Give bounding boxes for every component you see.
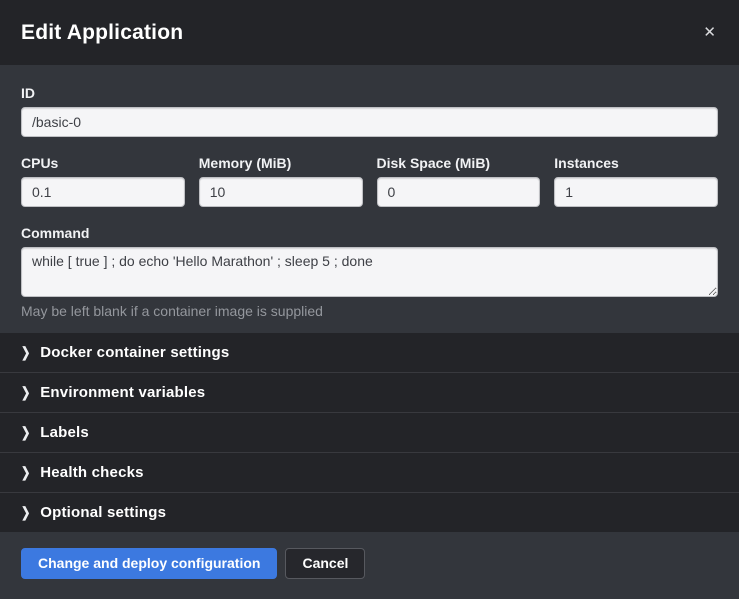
modal-footer: Change and deploy configuration Cancel (0, 532, 739, 599)
edit-application-modal: Edit Application ✕ ID CPUs Memory (MiB) … (0, 0, 739, 599)
cancel-button[interactable]: Cancel (285, 548, 365, 579)
cpus-input[interactable] (21, 177, 185, 207)
chevron-right-icon: ❯ (21, 464, 30, 480)
section-docker-container-settings[interactable]: ❯ Docker container settings (0, 333, 739, 373)
id-field-group: ID (21, 85, 718, 137)
section-title: Optional settings (40, 504, 166, 521)
command-help-text: May be left blank if a container image i… (21, 303, 718, 319)
command-field-group: Command while [ true ] ; do echo 'Hello … (21, 225, 718, 319)
disk-input[interactable] (377, 177, 541, 207)
section-labels[interactable]: ❯ Labels (0, 413, 739, 453)
disk-field-group: Disk Space (MiB) (377, 155, 541, 207)
change-and-deploy-button[interactable]: Change and deploy configuration (21, 548, 277, 579)
disk-label: Disk Space (MiB) (377, 155, 541, 171)
resources-row: CPUs Memory (MiB) Disk Space (MiB) Insta… (21, 155, 718, 207)
modal-header: Edit Application ✕ (0, 0, 739, 65)
section-title: Docker container settings (40, 344, 229, 361)
modal-title: Edit Application (21, 21, 183, 45)
section-optional-settings[interactable]: ❯ Optional settings (0, 493, 739, 532)
chevron-right-icon: ❯ (21, 344, 30, 360)
collapsible-sections: ❯ Docker container settings ❯ Environmen… (0, 333, 739, 532)
memory-label: Memory (MiB) (199, 155, 363, 171)
instances-label: Instances (554, 155, 718, 171)
application-form: ID CPUs Memory (MiB) Disk Space (MiB) In… (0, 65, 739, 333)
memory-field-group: Memory (MiB) (199, 155, 363, 207)
id-label: ID (21, 85, 718, 101)
cpus-field-group: CPUs (21, 155, 185, 207)
command-label: Command (21, 225, 718, 241)
command-textarea[interactable]: while [ true ] ; do echo 'Hello Marathon… (21, 247, 718, 297)
instances-input[interactable] (554, 177, 718, 207)
chevron-right-icon: ❯ (21, 504, 30, 520)
instances-field-group: Instances (554, 155, 718, 207)
chevron-right-icon: ❯ (21, 384, 30, 400)
section-title: Environment variables (40, 384, 205, 401)
close-icon[interactable]: ✕ (701, 21, 718, 44)
section-environment-variables[interactable]: ❯ Environment variables (0, 373, 739, 413)
section-health-checks[interactable]: ❯ Health checks (0, 453, 739, 493)
section-title: Health checks (40, 464, 143, 481)
memory-input[interactable] (199, 177, 363, 207)
id-input[interactable] (21, 107, 718, 137)
chevron-right-icon: ❯ (21, 424, 30, 440)
section-title: Labels (40, 424, 89, 441)
cpus-label: CPUs (21, 155, 185, 171)
